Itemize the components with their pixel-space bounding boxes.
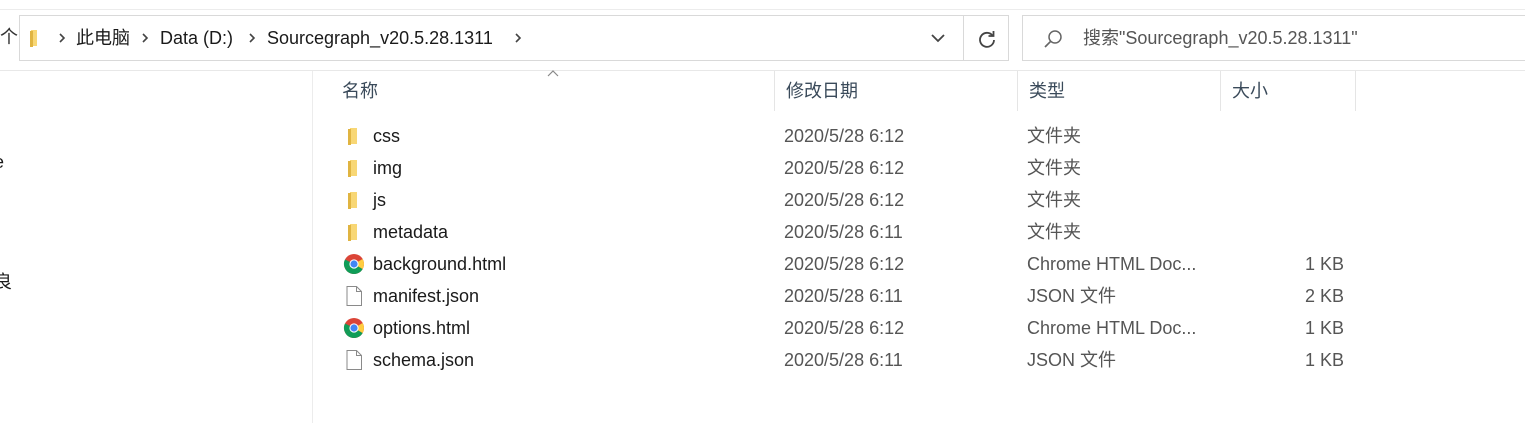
- file-type: 文件夹: [1027, 158, 1081, 178]
- up-button[interactable]: 个: [0, 28, 18, 46]
- file-type: JSON 文件: [1027, 350, 1117, 370]
- navigation-pane[interactable]: e 良: [0, 71, 313, 423]
- file-icon: [346, 350, 362, 370]
- file-size: 1 KB: [1304, 350, 1344, 370]
- file-name[interactable]: metadata: [373, 220, 448, 244]
- file-date: 2020/5/28 6:11: [784, 286, 903, 306]
- pane-divider: [312, 71, 313, 423]
- file-icon: [346, 286, 362, 306]
- file-size: 1 KB: [1304, 318, 1344, 338]
- folder-icon: [348, 128, 357, 145]
- breadcrumb-this-pc[interactable]: 此电脑: [76, 27, 130, 49]
- chevron-right-icon[interactable]: [140, 29, 150, 47]
- list-item[interactable]: options.html 2020/5/28 6:12 Chrome HTML …: [330, 312, 1356, 344]
- folder-icon: [348, 192, 357, 209]
- folder-icon: [348, 160, 357, 177]
- file-name[interactable]: manifest.json: [373, 284, 479, 308]
- search-input[interactable]: 搜索"Sourcegraph_v20.5.28.1311": [1083, 27, 1358, 49]
- file-size: 2 KB: [1304, 286, 1344, 306]
- refresh-icon: [979, 31, 995, 48]
- file-type: Chrome HTML Doc...: [1027, 318, 1197, 338]
- file-type: 文件夹: [1027, 190, 1081, 210]
- file-type: 文件夹: [1027, 126, 1081, 146]
- file-date: 2020/5/28 6:12: [784, 190, 905, 210]
- chevron-down-icon[interactable]: [930, 32, 946, 44]
- column-header-date-modified[interactable]: 修改日期: [774, 71, 1017, 111]
- file-name[interactable]: css: [373, 124, 400, 148]
- column-header-size[interactable]: 大小: [1220, 71, 1355, 111]
- file-date: 2020/5/28 6:12: [784, 254, 905, 274]
- window-top-edge: [0, 9, 1525, 10]
- column-header-name[interactable]: 名称: [330, 71, 774, 111]
- column-header-type[interactable]: 类型: [1017, 71, 1220, 111]
- column-resize-handle[interactable]: [1355, 71, 1356, 111]
- list-item[interactable]: css 2020/5/28 6:12 文件夹: [330, 120, 1356, 152]
- file-name[interactable]: background.html: [373, 252, 506, 276]
- file-name[interactable]: img: [373, 156, 402, 180]
- breadcrumb-drive-d[interactable]: Data (D:): [160, 27, 233, 49]
- file-date: 2020/5/28 6:12: [784, 126, 905, 146]
- list-item[interactable]: img 2020/5/28 6:12 文件夹: [330, 152, 1356, 184]
- file-date: 2020/5/28 6:11: [784, 222, 903, 242]
- search-box[interactable]: 搜索"Sourcegraph_v20.5.28.1311": [1022, 15, 1525, 61]
- file-list: css 2020/5/28 6:12 文件夹 img 2020/5/28 6:1…: [330, 120, 1356, 376]
- file-type: 文件夹: [1027, 222, 1081, 242]
- file-date: 2020/5/28 6:12: [784, 318, 905, 338]
- chevron-right-icon[interactable]: [57, 29, 67, 47]
- file-name[interactable]: schema.json: [373, 348, 474, 372]
- list-item[interactable]: background.html 2020/5/28 6:12 Chrome HT…: [330, 248, 1356, 280]
- list-item[interactable]: schema.json 2020/5/28 6:11 JSON 文件 1 KB: [330, 344, 1356, 376]
- nav-item-fragment[interactable]: 良: [0, 271, 12, 293]
- folder-icon: [30, 30, 37, 47]
- chevron-right-icon[interactable]: [247, 29, 257, 47]
- nav-item-fragment[interactable]: e: [0, 151, 4, 173]
- file-date: 2020/5/28 6:11: [784, 350, 903, 370]
- file-name[interactable]: options.html: [373, 316, 470, 340]
- folder-icon: [348, 224, 357, 241]
- chevron-right-icon[interactable]: [513, 29, 523, 47]
- chrome-icon: [343, 318, 364, 338]
- file-date: 2020/5/28 6:12: [784, 158, 905, 178]
- list-item[interactable]: metadata 2020/5/28 6:11 文件夹: [330, 216, 1356, 248]
- search-icon: [1044, 30, 1062, 48]
- breadcrumb-current-folder[interactable]: Sourcegraph_v20.5.28.1311: [267, 27, 493, 49]
- file-size: 1 KB: [1304, 254, 1344, 274]
- chrome-icon: [343, 254, 364, 274]
- list-item[interactable]: js 2020/5/28 6:12 文件夹: [330, 184, 1356, 216]
- file-type: Chrome HTML Doc...: [1027, 254, 1197, 274]
- file-name[interactable]: js: [373, 188, 386, 212]
- address-bar[interactable]: 此电脑 Data (D:) Sourcegraph_v20.5.28.1311: [19, 15, 963, 61]
- column-header-row: 名称 修改日期 类型 大小: [330, 71, 1356, 111]
- refresh-button[interactable]: [963, 15, 1009, 61]
- list-item[interactable]: manifest.json 2020/5/28 6:11 JSON 文件 2 K…: [330, 280, 1356, 312]
- file-type: JSON 文件: [1027, 286, 1117, 306]
